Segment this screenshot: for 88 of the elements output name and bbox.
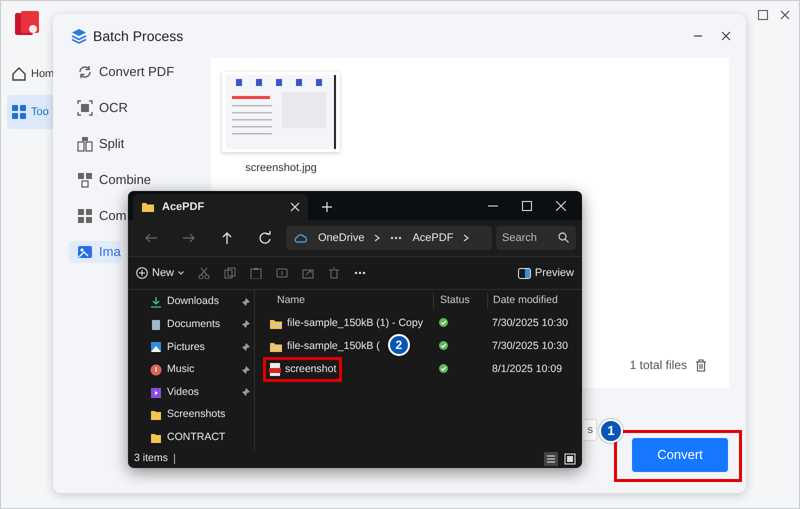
- details-view-icon[interactable]: [544, 452, 558, 466]
- layers-icon: [71, 28, 87, 44]
- total-files-label: 1 total files: [630, 357, 687, 374]
- file-name[interactable]: file-sample_150kB (1) - Copy: [287, 316, 423, 332]
- folder-icon: [141, 201, 155, 213]
- up-arrow-icon[interactable]: [220, 231, 234, 245]
- step-badge: 2: [388, 334, 410, 356]
- folder-icon[interactable]: [150, 409, 162, 422]
- folder-icon[interactable]: [150, 432, 162, 444]
- convert-button[interactable]: Convert: [632, 438, 728, 472]
- column-header[interactable]: Date modified: [487, 293, 581, 309]
- menu-item[interactable]: Convert PDF: [69, 61, 174, 83]
- breadcrumb-item[interactable]: AcePDF: [412, 230, 454, 246]
- nav-item[interactable]: Music: [167, 362, 237, 378]
- text-scan-icon: [77, 100, 93, 116]
- rotate-arrows-icon: [77, 64, 93, 80]
- new-button[interactable]: New: [136, 264, 184, 282]
- grid-icon: [11, 104, 27, 120]
- sidebar-item[interactable]: Too: [7, 95, 54, 129]
- dialog-title: Batch Process: [93, 26, 184, 46]
- column-header[interactable]: Status: [433, 293, 487, 309]
- document-icon[interactable]: [150, 318, 162, 331]
- cloud-icon: [294, 233, 308, 243]
- nav-item[interactable]: Pictures: [167, 340, 237, 356]
- add-tab-icon[interactable]: [322, 202, 332, 212]
- download-icon[interactable]: [150, 296, 162, 308]
- split-blocks-icon: [77, 136, 93, 152]
- partial-button[interactable]: s: [583, 419, 597, 441]
- home-icon: [11, 66, 27, 82]
- video-icon[interactable]: [150, 386, 162, 399]
- menu-item[interactable]: Combine: [69, 169, 152, 191]
- chevron-icon: [374, 234, 380, 242]
- compress-grid-icon: [77, 208, 93, 224]
- image-icon: [77, 244, 93, 260]
- menu-item[interactable]: Split: [69, 133, 124, 155]
- preview-pane-icon: [518, 268, 531, 278]
- menu-item[interactable]: Ima: [69, 241, 121, 263]
- nav-item[interactable]: Screenshots: [167, 407, 237, 424]
- trash-icon[interactable]: [695, 358, 707, 372]
- search-field[interactable]: Search: [496, 226, 576, 250]
- sidebar-item[interactable]: Hom: [7, 57, 54, 91]
- date-cell-text: 8/1/2025 10:09: [491, 362, 564, 377]
- more-icon[interactable]: [354, 271, 366, 275]
- file-name[interactable]: screenshot: [285, 362, 336, 378]
- menu-item[interactable]: Com: [69, 205, 126, 227]
- refresh-icon[interactable]: [258, 231, 272, 245]
- nav-item[interactable]: Downloads: [167, 294, 237, 310]
- tiles-view-icon[interactable]: [564, 453, 576, 465]
- nav-item[interactable]: Documents: [167, 317, 237, 333]
- breadcrumb-item[interactable]: OneDrive: [318, 230, 364, 246]
- forward-arrow-icon[interactable]: [182, 231, 196, 245]
- back-arrow-icon[interactable]: [144, 231, 158, 245]
- folder-icon: [269, 318, 283, 330]
- chevron-icon: [463, 234, 470, 242]
- search-icon[interactable]: [558, 232, 569, 243]
- clipboard-icon[interactable]: [250, 267, 262, 279]
- file-name: screenshot.jpg: [245, 161, 317, 176]
- caret-icon: [178, 271, 184, 275]
- column-header[interactable]: Name: [255, 293, 433, 309]
- music-note-icon[interactable]: [150, 364, 162, 376]
- status-text: 3 items: [134, 451, 168, 466]
- document-thumbnail[interactable]: [222, 72, 340, 152]
- nav-item[interactable]: CONTRACT: [167, 430, 237, 446]
- trash-icon[interactable]: [328, 267, 340, 279]
- app-logo-icon: [13, 9, 41, 37]
- plus-circle-icon: [136, 267, 148, 279]
- picture-icon[interactable]: [150, 341, 162, 354]
- combine-blocks-icon: [77, 172, 93, 188]
- step-badge: 1: [599, 419, 623, 443]
- preview-button[interactable]: Preview: [518, 264, 574, 282]
- maximize-icon[interactable]: [757, 9, 769, 21]
- share-icon[interactable]: [302, 267, 314, 279]
- scissors-icon[interactable]: [198, 267, 210, 279]
- tab-title: AcePDF: [162, 200, 206, 215]
- address-bar[interactable]: OneDrive AcePDF: [286, 226, 492, 250]
- close-icon[interactable]: [720, 30, 732, 42]
- ellipsis-icon[interactable]: [390, 236, 402, 240]
- rename-icon[interactable]: [276, 267, 288, 279]
- date-cell-text: 7/30/2025 10:30: [491, 338, 569, 354]
- folder-icon: [269, 340, 283, 352]
- file-name[interactable]: file-sample_150kB (: [287, 338, 380, 354]
- copy-icon[interactable]: [224, 267, 236, 279]
- nav-item[interactable]: Videos: [167, 384, 237, 401]
- close-icon[interactable]: [779, 9, 791, 21]
- date-cell-text: 7/30/2025 10:30: [491, 316, 569, 331]
- pdf-file-icon: [269, 363, 281, 376]
- menu-item[interactable]: OCR: [69, 97, 128, 119]
- explorer-tab[interactable]: AcePDF: [133, 194, 308, 220]
